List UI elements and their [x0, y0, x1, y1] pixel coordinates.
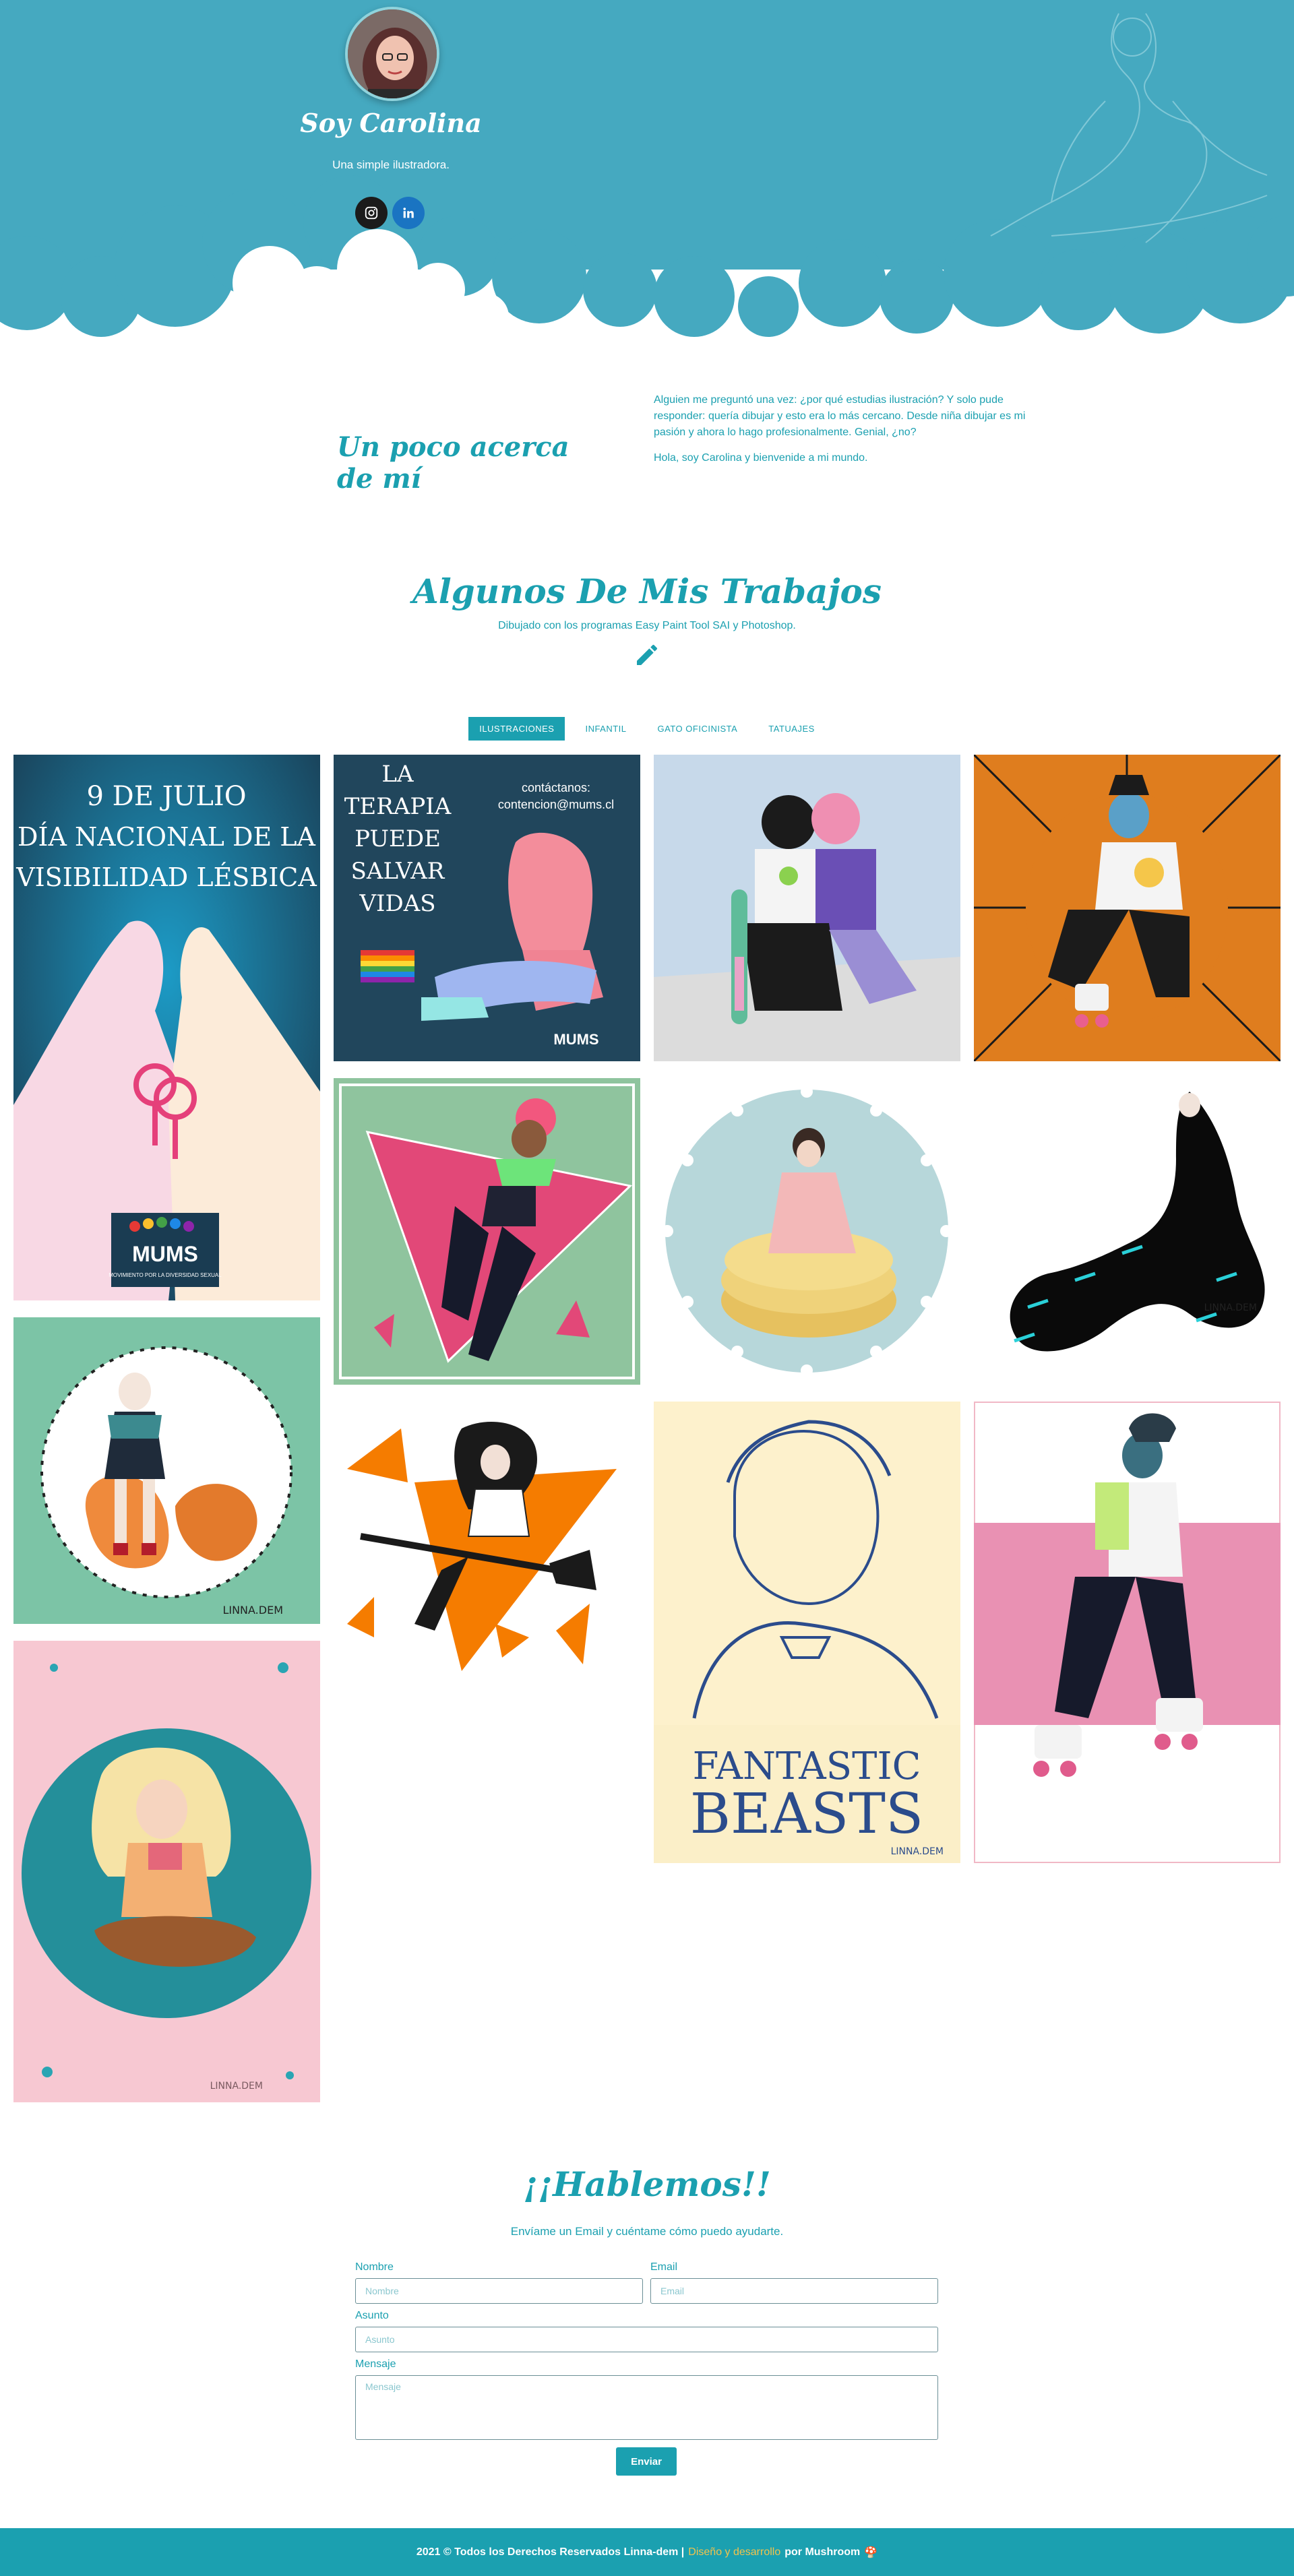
about-title: Un poco acerca de mí: [337, 431, 569, 495]
fox-girl-illustration: LINNA.DEM: [13, 1317, 320, 1624]
hero-subtitle: Una simple ilustradora.: [332, 158, 450, 171]
contact-title: ¡¡Hablemos!!: [523, 2164, 771, 2204]
tab-tatuajes[interactable]: TATUAJES: [758, 717, 826, 741]
gallery-item-fantastic-beasts[interactable]: FANTASTIC BEASTS LINNA.DEM: [654, 1402, 960, 1863]
instagram-icon: [365, 206, 378, 220]
terapia-poster-illustration: LA TERAPIA PUEDE SALVAR VIDAS contáctano…: [334, 755, 640, 1061]
footer: 2021 © Todos los Derechos Reservados Lin…: [0, 2528, 1294, 2576]
poster-text: TERAPIA: [344, 793, 452, 820]
gallery-item-waffle-girl[interactable]: [654, 1078, 960, 1385]
email-label: Email: [650, 2261, 678, 2273]
triangle-girl-illustration: [334, 1078, 640, 1385]
signature: LINNA.DEM: [891, 1846, 944, 1857]
gallery-item-visibilidad-lesbica[interactable]: 9 DE JULIO DÍA NACIONAL DE LA VISIBILIDA…: [13, 755, 320, 1300]
instagram-button[interactable]: [355, 197, 388, 229]
poster-logo-sub: MOVIMIENTO POR LA DIVERSIDAD SEXUAL: [109, 1272, 222, 1278]
gallery-filter-tabs: ILUSTRACIONES INFANTIL GATO OFICINISTA T…: [0, 717, 1294, 741]
hero-section: Soy Carolina Una simple ilustradora.: [0, 0, 1294, 337]
gallery-item-witch-girl[interactable]: [334, 1402, 640, 1708]
signature: LINNA.DEM: [1204, 1302, 1257, 1313]
poster-text: LA: [381, 761, 414, 788]
pencil-icon: [637, 644, 658, 665]
poster-logo: MUMS: [132, 1242, 198, 1266]
poster-logo: MUMS: [553, 1031, 598, 1048]
footer-copyright: 2021 © Todos los Derechos Reservados Lin…: [416, 2546, 685, 2558]
tab-gato-oficinista[interactable]: GATO OFICINISTA: [647, 717, 749, 741]
skate-couple-illustration: [654, 755, 960, 1061]
gallery-item-terapia[interactable]: LA TERAPIA PUEDE SALVAR VIDAS contáctano…: [334, 755, 640, 1061]
poster-text: contáctanos:: [522, 781, 590, 794]
message-field[interactable]: [355, 2375, 938, 2440]
page: Soy Carolina Una simple ilustradora. Un …: [0, 0, 1294, 2576]
witch-girl-illustration: [334, 1402, 640, 1708]
rollerskater-pink-illustration: [974, 1402, 1281, 1863]
poster-text: VISIBILIDAD LÉSBICA: [16, 862, 317, 892]
works-subtitle: Dibujado con los programas Easy Paint To…: [498, 620, 796, 631]
poster-text: BEASTS: [690, 1782, 923, 1846]
gallery-item-rollerskater-orange[interactable]: [974, 755, 1281, 1061]
gallery-item-triangle-girl[interactable]: [334, 1078, 640, 1385]
works-title: Algunos De Mis Trabajos: [412, 571, 882, 611]
hero-title: Soy Carolina: [300, 108, 482, 138]
poster-text: 9 DE JULIO: [86, 781, 246, 812]
tab-infantil[interactable]: INFANTIL: [574, 717, 637, 741]
subject-label: Asunto: [355, 2310, 389, 2321]
avatar: [345, 7, 439, 101]
signature: LINNA.DEM: [210, 2081, 263, 2092]
gallery-item-long-hair-girl[interactable]: LINNA.DEM: [974, 1078, 1281, 1385]
gallery-item-rollerskater-pink[interactable]: [974, 1402, 1281, 1863]
name-field[interactable]: [355, 2278, 643, 2304]
waffle-girl-illustration: [654, 1078, 960, 1385]
footer-design-link[interactable]: Diseño y desarrollo: [688, 2546, 780, 2558]
hero-cloud-background: [0, 0, 1294, 337]
about-text: Alguien me preguntó una vez: ¿por qué es…: [654, 392, 1031, 476]
subject-field[interactable]: [355, 2327, 938, 2352]
gallery-item-fox-girl[interactable]: LINNA.DEM: [13, 1317, 320, 1624]
poster-text: contencion@mums.cl: [498, 798, 614, 811]
message-label: Mensaje: [355, 2358, 396, 2370]
reading-girl-illustration: LINNA.DEM: [13, 1641, 320, 2102]
linkedin-button[interactable]: [392, 197, 425, 229]
about-paragraph: Alguien me preguntó una vez: ¿por qué es…: [654, 394, 1026, 438]
poster-text: VIDAS: [359, 890, 435, 917]
contact-subtitle: Envíame un Email y cuéntame cómo puedo a…: [510, 2225, 784, 2238]
name-label: Nombre: [355, 2261, 394, 2273]
poster-text: DÍA NACIONAL DE LA: [18, 822, 315, 852]
signature: LINNA.DEM: [222, 1604, 283, 1616]
send-button[interactable]: Enviar: [616, 2447, 677, 2476]
fantastic-beasts-illustration: FANTASTIC BEASTS LINNA.DEM: [654, 1402, 960, 1863]
email-field[interactable]: [650, 2278, 938, 2304]
gallery-item-skate-couple[interactable]: [654, 755, 960, 1061]
footer-by: por Mushroom: [784, 2546, 861, 2558]
gallery-item-reading-girl[interactable]: LINNA.DEM: [13, 1641, 320, 2102]
rollerskater-orange-illustration: [974, 755, 1281, 1061]
tab-ilustraciones[interactable]: ILUSTRACIONES: [468, 717, 565, 741]
mushroom-icon: 🍄: [864, 2546, 878, 2558]
poster-text: PUEDE: [355, 825, 441, 852]
poster-illustration: 9 DE JULIO DÍA NACIONAL DE LA VISIBILIDA…: [13, 755, 320, 1300]
poster-text: SALVAR: [351, 858, 445, 885]
linkedin-icon: [403, 208, 414, 218]
about-paragraph: Hola, soy Carolina y bienvenide a mi mun…: [654, 452, 868, 464]
long-hair-girl-illustration: LINNA.DEM: [974, 1078, 1281, 1385]
